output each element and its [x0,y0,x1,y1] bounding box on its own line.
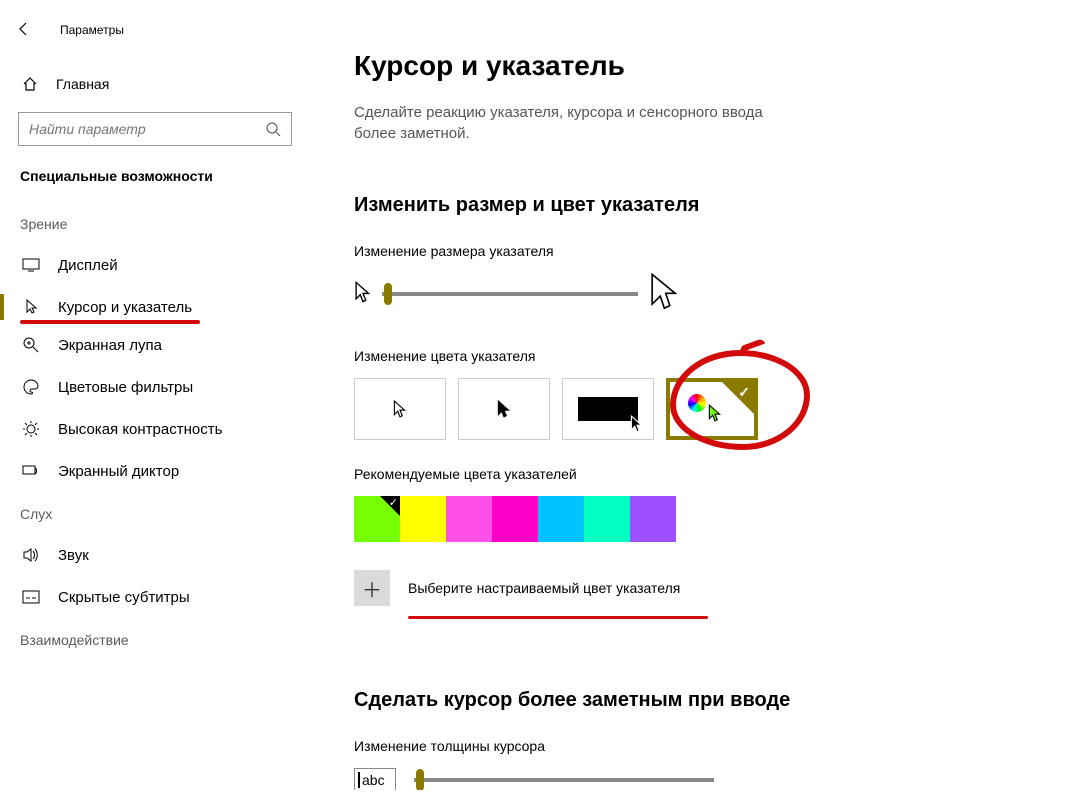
nav-label: Курсор и указатель [58,299,192,316]
contrast-icon [22,420,40,438]
nav-label: Скрытые субтитры [58,589,190,606]
group-label: Взаимодействие [0,618,310,660]
cursor-thickness-label: Изменение толщины курсора [354,738,1048,754]
nav-label: Звук [58,547,89,564]
slider-thumb[interactable] [416,769,424,790]
color-swatch[interactable] [492,496,538,542]
sidebar-item-display[interactable]: Дисплей [0,244,310,286]
slider-thumb[interactable] [384,283,392,305]
color-swatch[interactable] [400,496,446,542]
group-label: Зрение [0,202,310,244]
sidebar: Параметры Главная Специальные возможност… [0,0,310,790]
color-swatch[interactable] [584,496,630,542]
annotation-underline-main [408,616,708,619]
add-custom-color-button[interactable]: ＋ [354,570,390,606]
back-icon[interactable] [16,21,32,40]
plus-icon: ＋ [362,574,382,603]
sidebar-item-captions[interactable]: Скрытые субтитры [0,576,310,618]
home-icon [22,76,38,92]
color-swatch[interactable] [446,496,492,542]
sidebar-item-colorfilters[interactable]: Цветовые фильтры [0,366,310,408]
pointer-size-control [354,273,1048,314]
sidebar-item-cursor[interactable]: Курсор и указатель [0,286,310,328]
custom-color-label: Выберите настраиваемый цвет указателя [408,580,680,596]
cursor-small-icon [354,281,372,306]
titlebar: Параметры [0,10,310,50]
sidebar-item-home[interactable]: Главная [0,66,310,102]
check-icon: ✓ [738,384,750,401]
sidebar-item-audio[interactable]: Звук [0,534,310,576]
color-swatch[interactable] [630,496,676,542]
color-wheel-icon [688,394,706,412]
pointer-option-custom[interactable]: ✓ [666,378,758,440]
monitor-icon [22,256,40,274]
magnifier-icon [22,336,40,354]
search-icon [265,121,281,137]
color-swatch[interactable]: ✓ [354,496,400,542]
cursor-large-icon [648,273,678,314]
narrator-icon [22,462,40,480]
nav-label: Цветовые фильтры [58,379,193,396]
pointer-option-inverted[interactable] [562,378,654,440]
main-content: Курсор и указатель Сделайте реакцию указ… [310,0,1088,790]
sidebar-item-contrast[interactable]: Высокая контрастность [0,408,310,450]
cursor-thickness-control: abc [354,768,1048,790]
group-label: Слух [0,492,310,534]
section-title-cursor: Сделать курсор более заметным при вводе [354,689,1048,712]
pointer-icon [22,298,40,316]
sidebar-item-narrator[interactable]: Экранный диктор [0,450,310,492]
nav-label: Дисплей [58,257,118,274]
check-icon: ✓ [389,496,398,509]
custom-color-row: ＋ Выберите настраиваемый цвет указателя [354,570,1048,606]
speaker-icon [22,546,40,564]
recommended-color-swatches: ✓ [354,496,1048,542]
pointer-size-slider[interactable] [382,292,638,296]
nav-label: Высокая контрастность [58,421,222,438]
nav-label: Главная [56,76,109,92]
search-input-wrapper[interactable] [18,112,292,146]
category-title: Специальные возможности [0,164,310,202]
cursor-thickness-slider[interactable] [414,778,714,782]
pointer-color-label: Изменение цвета указателя [354,348,1048,364]
section-title-pointer: Изменить размер и цвет указателя [354,194,1048,217]
cursor-thickness-preview: abc [354,768,396,790]
pointer-option-white[interactable] [354,378,446,440]
search-input[interactable] [29,121,265,137]
page-title: Курсор и указатель [354,50,1048,82]
color-swatch[interactable] [538,496,584,542]
app-title: Параметры [60,23,124,37]
page-subtitle: Сделайте реакцию указателя, курсора и се… [354,102,774,144]
pointer-option-black[interactable] [458,378,550,440]
nav-scroll[interactable]: Зрение Дисплей Курсор и указатель Экранн… [0,202,310,792]
pointer-color-options: ✓ [354,378,1048,440]
sidebar-item-magnifier[interactable]: Экранная лупа [0,324,310,366]
captions-icon [22,588,40,606]
nav-label: Экранная лупа [58,337,162,354]
nav-label: Экранный диктор [58,463,179,480]
palette-icon [22,378,40,396]
pointer-size-label: Изменение размера указателя [354,243,1048,259]
recommended-colors-label: Рекомендуемые цвета указателей [354,466,1048,482]
